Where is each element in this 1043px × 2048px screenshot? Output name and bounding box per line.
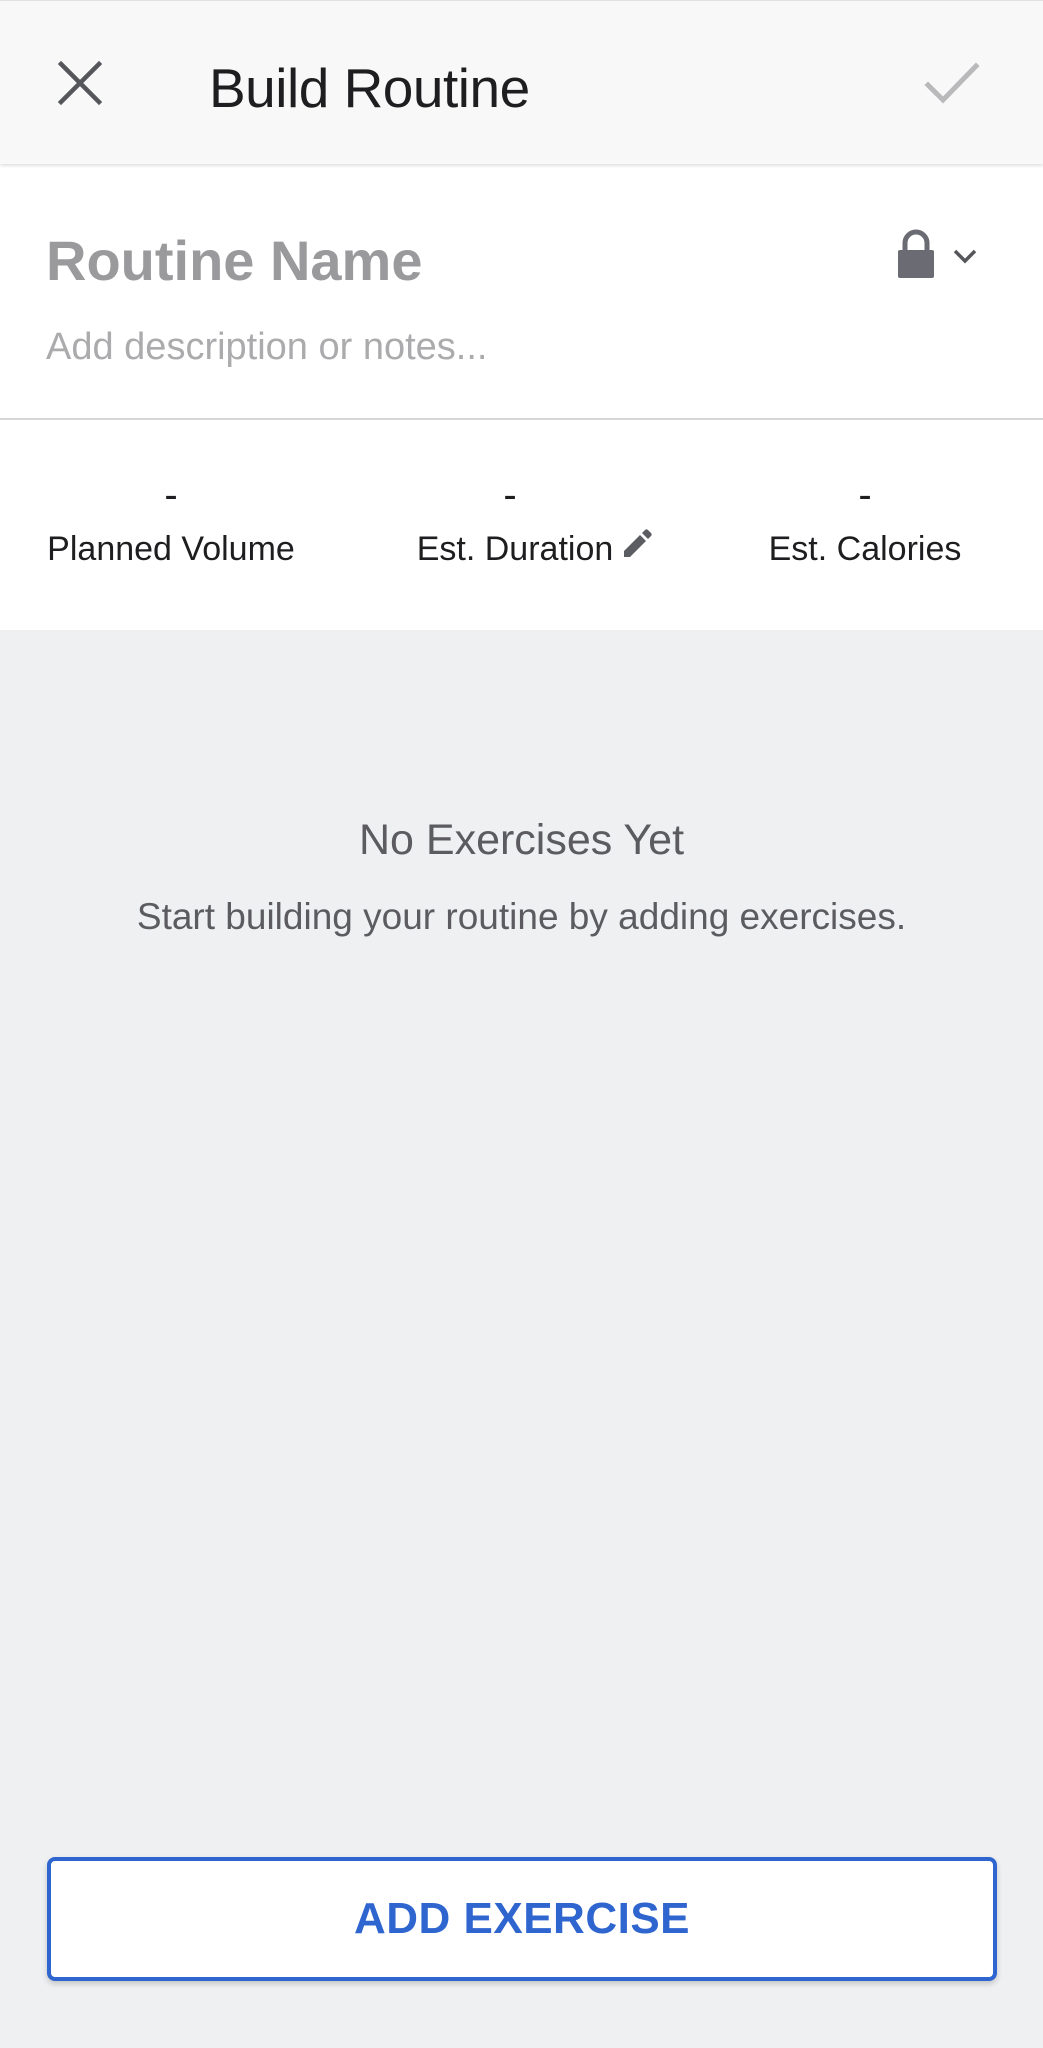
empty-state-subtitle: Start building your routine by adding ex…	[136, 896, 907, 937]
est-calories-value: -	[858, 473, 872, 517]
checkmark-icon	[924, 61, 980, 110]
est-duration-stat: - Est. Duration	[400, 470, 670, 572]
lock-icon	[896, 229, 936, 284]
est-calories-stat: - Est. Calories	[755, 470, 975, 572]
est-calories-label: Est. Calories	[768, 530, 962, 568]
routine-details-section	[0, 164, 1043, 420]
pencil-icon	[621, 526, 653, 572]
planned-volume-value: -	[164, 473, 178, 517]
edit-duration-button[interactable]	[621, 526, 653, 572]
chevron-down-icon	[952, 247, 978, 265]
routine-name-input[interactable]	[46, 226, 846, 296]
save-button[interactable]	[910, 45, 994, 125]
close-icon	[57, 60, 103, 111]
routine-notes-input[interactable]	[46, 322, 896, 372]
empty-state: No Exercises Yet Start building your rou…	[0, 630, 1043, 942]
add-exercise-button[interactable]: ADD EXERCISE	[47, 1857, 997, 1981]
est-duration-value: -	[503, 473, 517, 517]
page-title: Build Routine	[209, 57, 530, 119]
close-button[interactable]	[40, 45, 120, 125]
routine-stats: - Planned Volume - Est. Duration - Est. …	[0, 420, 1043, 630]
app-bar: Build Routine	[0, 0, 1043, 164]
privacy-dropdown[interactable]	[896, 224, 998, 288]
planned-volume-stat: - Planned Volume	[26, 470, 316, 572]
est-duration-label: Est. Duration	[416, 530, 614, 568]
planned-volume-label: Planned Volume	[47, 530, 295, 568]
empty-state-title: No Exercises Yet	[358, 816, 685, 864]
